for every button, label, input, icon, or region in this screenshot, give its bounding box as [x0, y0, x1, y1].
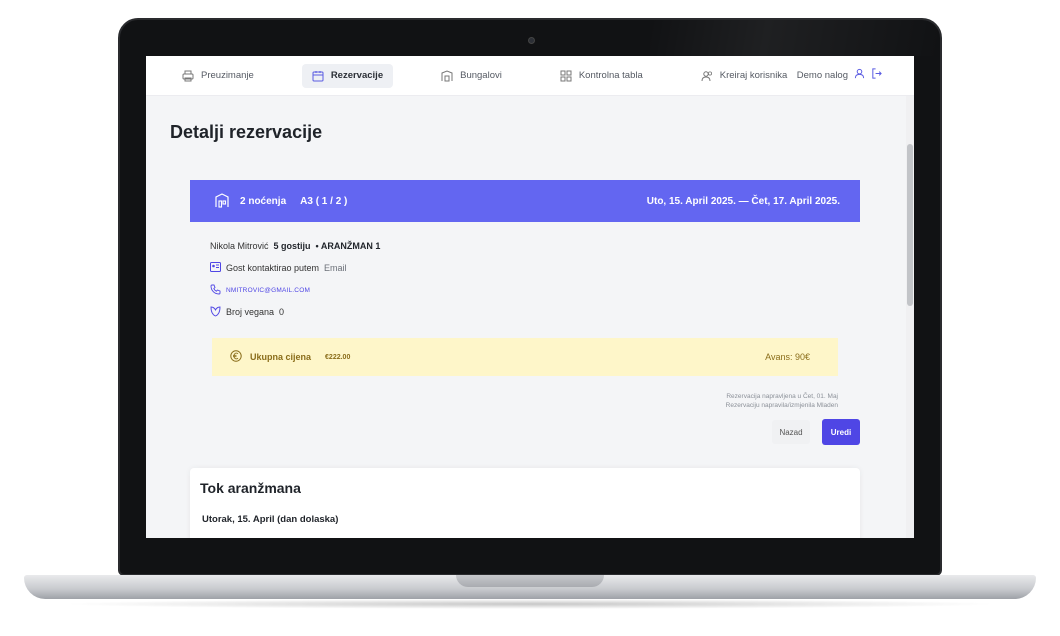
- grid-icon: [560, 70, 572, 82]
- euro-icon: [230, 350, 242, 364]
- reservation-details: Nikola Mitrović 5 gostiju • ARANŽMAN 1 G…: [210, 240, 380, 328]
- package-label: • ARANŽMAN 1: [315, 241, 381, 251]
- nav-item-kontrolna-tabla[interactable]: Kontrolna tabla: [550, 64, 653, 88]
- nav-item-kreiraj-korisnika[interactable]: Kreiraj korisnika: [691, 64, 798, 88]
- total-value: €222.00: [325, 353, 351, 361]
- nav-label: Kontrolna tabla: [578, 70, 643, 81]
- deposit-label: Avans: 90€: [765, 352, 810, 362]
- app-screen: Preuzimanje Rezervacije Bungalovi Kontro…: [146, 56, 914, 538]
- phone-icon: [210, 284, 221, 297]
- vegan-icon: [210, 306, 221, 319]
- contact-row: Gost kontaktirao putem Email: [210, 262, 380, 274]
- laptop-shadow: [60, 599, 1000, 609]
- nav-item-rezervacije[interactable]: Rezervacije: [301, 63, 394, 88]
- reservation-meta: Rezervacija napravljena u Čet, 01. Maj R…: [726, 392, 838, 410]
- nav-item-preuzimanje[interactable]: Preuzimanje: [172, 64, 264, 88]
- reservation-card: 2 noćenja A3 ( 1 / 2 ) Uto, 15. April 20…: [190, 180, 860, 222]
- nav-label: Preuzimanje: [201, 70, 254, 81]
- guest-email[interactable]: NMITROVIC@GMAIL.COM: [226, 287, 310, 294]
- contact-value: Email: [324, 263, 347, 273]
- vegan-value: 0: [279, 307, 285, 317]
- camera-icon: [528, 37, 535, 44]
- tok-title: Tok aranžmana: [200, 480, 301, 496]
- nav-item-bungalovi[interactable]: Bungalovi: [431, 64, 512, 88]
- laptop-notch: [456, 575, 604, 587]
- nav-label: Rezervacije: [330, 70, 384, 81]
- top-navigation: Preuzimanje Rezervacije Bungalovi Kontro…: [146, 56, 914, 96]
- price-banner: Ukupna cijena €222.00 Avans: 90€: [212, 338, 838, 376]
- reservation-header: 2 noćenja A3 ( 1 / 2 ) Uto, 15. April 20…: [190, 180, 860, 222]
- logout-icon[interactable]: [871, 68, 882, 82]
- page-title: Detalji rezervacije: [170, 122, 323, 142]
- meta-modified: Rezervaciju napravila/izmjenila Mladen: [725, 402, 838, 409]
- calendar-icon: [312, 70, 324, 82]
- contact-card-icon: [210, 262, 221, 274]
- vegan-row: Broj vegana 0: [210, 306, 380, 318]
- room-label: A3 ( 1 / 2 ): [300, 195, 348, 207]
- back-button[interactable]: Nazad: [772, 420, 810, 444]
- contact-label: Gost kontaktirao putem: [226, 263, 320, 273]
- user-label: Demo nalog: [796, 69, 848, 81]
- tok-day-heading: Utorak, 15. April (dan dolaska): [202, 514, 339, 525]
- nav-label: Kreiraj korisnika: [719, 70, 788, 81]
- guest-count: 5 gostiju: [273, 241, 311, 251]
- total-label: Ukupna cijena: [250, 352, 312, 362]
- email-row: NMITROVIC@GMAIL.COM: [210, 284, 380, 296]
- edit-button[interactable]: Uredi: [822, 419, 860, 445]
- printer-icon: [182, 70, 194, 82]
- guest-name: Nikola Mitrović: [210, 241, 269, 251]
- nights-label: 2 noćenja: [240, 195, 287, 207]
- reservation-dates: Uto, 15. April 2025. — Čet, 17. April 20…: [646, 195, 840, 207]
- user-menu[interactable]: Demo nalog: [797, 68, 882, 82]
- guest-row: Nikola Mitrović 5 gostiju • ARANŽMAN 1: [210, 240, 380, 252]
- tok-aranzmana-card: Tok aranžmana Utorak, 15. April (dan dol…: [190, 468, 860, 538]
- vegan-label: Broj vegana: [226, 307, 275, 317]
- screen-glare: [650, 20, 940, 56]
- bungalow-icon: [441, 69, 453, 82]
- meta-created: Rezervacija napravljena u Čet, 01. Maj: [726, 393, 838, 400]
- scroll-thumb[interactable]: [907, 144, 913, 306]
- user-icon: [854, 68, 865, 82]
- nav-label: Bungalovi: [460, 70, 502, 81]
- users-icon: [701, 70, 713, 82]
- bungalow-icon: [214, 192, 230, 211]
- vertical-scrollbar[interactable]: [906, 96, 914, 538]
